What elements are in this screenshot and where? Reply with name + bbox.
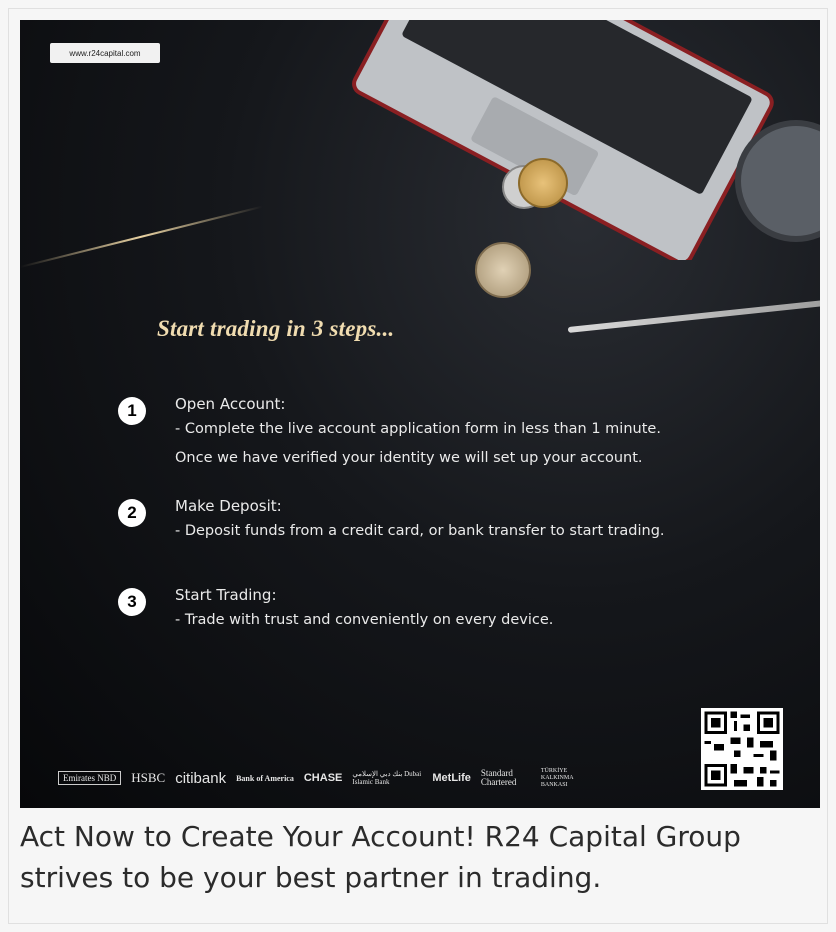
step-number-badge: 3 — [118, 588, 146, 616]
post-caption: Act Now to Create Your Account! R24 Capi… — [20, 820, 741, 894]
partner-logos-row: Emirates NBD HSBC citibank Bank of Ameri… — [58, 768, 591, 788]
step-description: Once we have verified your identity we w… — [175, 450, 643, 466]
chase-logo: CHASE — [303, 772, 343, 784]
banner-headline: Start trading in 3 steps... — [157, 316, 395, 341]
step-description: - Trade with trust and conveniently on e… — [175, 612, 554, 628]
step-number-badge: 1 — [118, 397, 146, 425]
bank-of-america-logo: Bank of America — [236, 773, 294, 783]
step-description: - Deposit funds from a credit card, or b… — [175, 523, 665, 539]
standard-chartered-logo: Standard Chartered — [480, 768, 517, 787]
step-title: Open Account: — [175, 395, 286, 413]
citibank-logo: citibank — [175, 769, 227, 787]
bitcoin-coin-icon — [518, 158, 568, 208]
turkiye-kalkinma-bankasi-logo: TÜRKİYE KALKINMA BANKASI — [540, 767, 574, 788]
step-number-badge: 2 — [118, 499, 146, 527]
pen-decoration — [567, 298, 820, 333]
step-description: - Complete the live account application … — [175, 421, 661, 437]
emirates-nbd-logo: Emirates NBD — [58, 771, 122, 785]
gold-light-streak — [20, 205, 263, 268]
metlife-logo: MetLife — [432, 772, 471, 784]
qr-code — [701, 708, 783, 790]
hsbc-logo: HSBC — [131, 770, 166, 785]
step-title: Make Deposit: — [175, 497, 282, 515]
website-url-badge: www.r24capital.com — [50, 43, 160, 63]
step-title: Start Trading: — [175, 586, 277, 604]
ethereum-coin-icon — [475, 242, 531, 298]
laptop-illustration — [352, 20, 774, 260]
promo-banner-image: www.r24capital.com Start trading in 3 st… — [20, 20, 820, 808]
dubai-islamic-bank-logo: بنك دبي الإسلامي Dubai Islamic Bank — [352, 770, 422, 786]
